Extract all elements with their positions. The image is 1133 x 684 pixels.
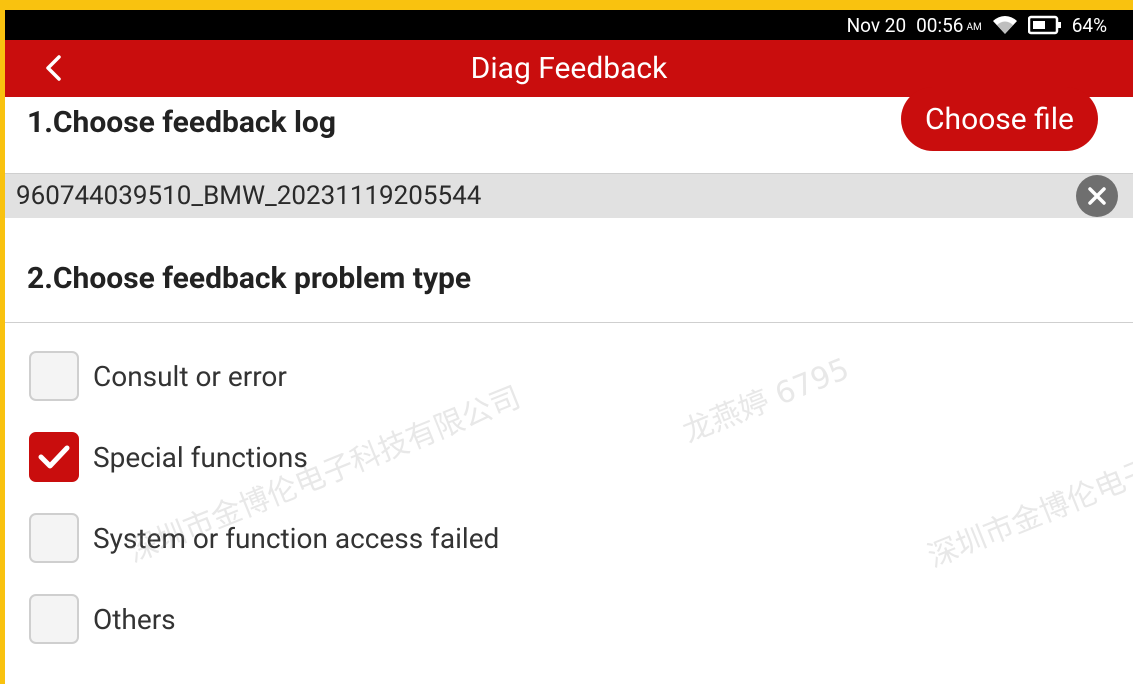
status-date: Nov 20 bbox=[846, 13, 907, 37]
app-screen: Nov 20 00:56 AM 64% Diag Feedback 1.Choo… bbox=[5, 10, 1133, 684]
choose-file-button[interactable]: Choose file bbox=[901, 87, 1098, 151]
divider bbox=[5, 322, 1133, 323]
close-circle-icon[interactable] bbox=[1076, 175, 1118, 217]
section2-heading: 2.Choose feedback problem type bbox=[27, 261, 472, 296]
checkmark-icon bbox=[38, 445, 70, 469]
checkbox-checked[interactable] bbox=[29, 432, 79, 482]
selected-log-row: 960744039510_BMW_20231119205544 bbox=[5, 173, 1133, 218]
status-ampm: AM bbox=[966, 22, 982, 33]
feedback-log-section: 1.Choose feedback log Choose file bbox=[5, 87, 1133, 173]
watermark: 深圳市金博伦电子科 bbox=[922, 441, 1133, 575]
option-label: Others bbox=[93, 602, 176, 636]
problem-type-option[interactable]: Special functions bbox=[29, 430, 308, 484]
problem-type-option[interactable]: Consult or error bbox=[29, 349, 287, 403]
problem-type-option[interactable]: System or function access failed bbox=[29, 511, 499, 565]
option-label: Special functions bbox=[93, 440, 308, 474]
option-label: System or function access failed bbox=[93, 521, 500, 555]
selected-log-name: 960744039510_BMW_20231119205544 bbox=[16, 181, 482, 211]
battery-percent: 64% bbox=[1071, 13, 1107, 37]
checkbox[interactable] bbox=[29, 594, 79, 644]
problem-type-option[interactable]: Others bbox=[29, 592, 176, 646]
option-label: Consult or error bbox=[93, 359, 287, 393]
section1-heading: 1.Choose feedback log bbox=[27, 105, 337, 140]
wifi-icon bbox=[992, 15, 1018, 35]
checkbox[interactable] bbox=[29, 351, 79, 401]
checkbox[interactable] bbox=[29, 513, 79, 563]
status-time-value: 00:56 bbox=[916, 13, 964, 37]
battery-icon bbox=[1027, 15, 1062, 35]
status-bar: Nov 20 00:56 AM 64% bbox=[5, 10, 1133, 40]
watermark: 龙燕婷 6795 bbox=[677, 351, 855, 450]
status-time: 00:56 AM bbox=[916, 14, 982, 37]
